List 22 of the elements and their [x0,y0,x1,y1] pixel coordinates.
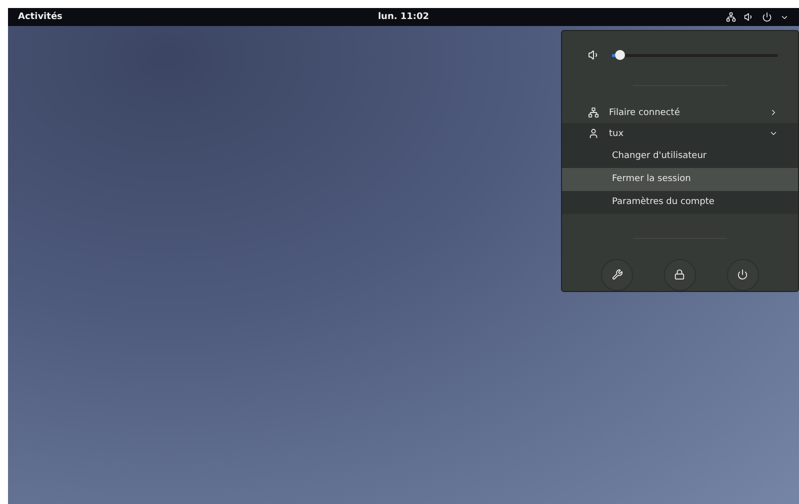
speaker-icon [588,49,600,61]
user-menu-item[interactable]: tux [562,123,798,144]
network-icon [588,107,599,118]
chevron-icon [769,108,778,118]
network-menu-item[interactable]: Filaire connecté [562,102,798,124]
clock[interactable]: lun. 11:02 [378,12,430,22]
slider-handle[interactable] [615,50,626,60]
user-icon [588,128,599,140]
slider-fill [612,54,616,56]
power-icon[interactable] [762,12,772,22]
speaker-icon[interactable] [744,12,754,22]
lock-icon [674,269,686,280]
submenu-item[interactable]: Fermer la session [562,168,798,191]
wrench-icon [612,269,623,280]
power-button[interactable] [726,258,759,291]
network-icon[interactable] [726,12,736,22]
lock-button[interactable] [664,258,696,291]
submenu-item[interactable]: Paramètres du compte [562,190,798,214]
submenu-item[interactable]: Changer d'utilisateur [562,144,798,168]
power-icon [737,269,748,280]
settings-button[interactable] [601,258,634,291]
activities-button[interactable]: Activités [18,12,62,22]
